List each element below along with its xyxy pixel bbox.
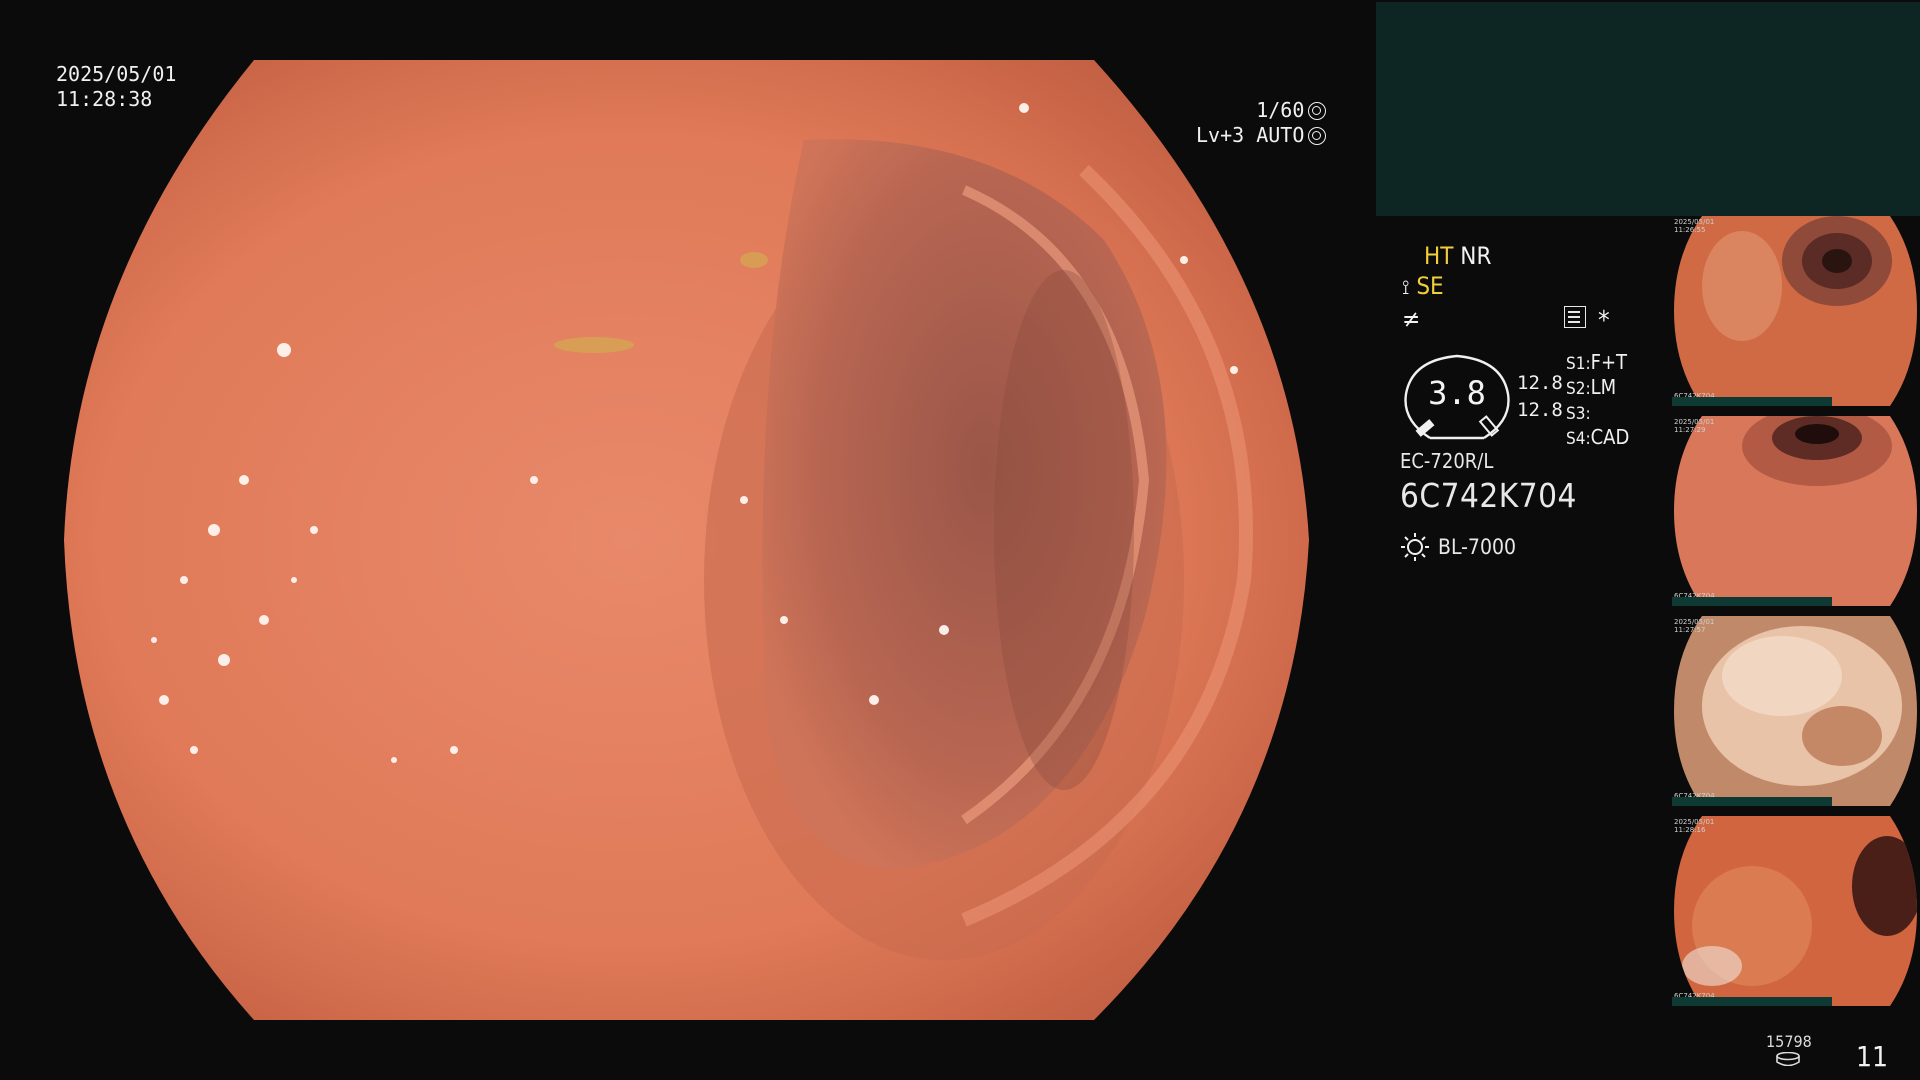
zoom-value: 3.8 bbox=[1428, 374, 1486, 412]
thumb-bar bbox=[1672, 997, 1832, 1006]
shutter-speed: 1/60 bbox=[1256, 98, 1305, 122]
asterisk-icon: * bbox=[1598, 306, 1610, 336]
s4-value: CAD bbox=[1590, 425, 1630, 449]
thumb-date: 2025/05/01 bbox=[1674, 618, 1715, 626]
value-top: 12.8 bbox=[1517, 372, 1563, 394]
thumb-time: 11:27:57 bbox=[1674, 626, 1706, 634]
nr-indicator: NR bbox=[1460, 242, 1492, 270]
thumbnail-1[interactable]: 2025/05/01 11:26:55 6C742K704 bbox=[1672, 216, 1920, 406]
s2-label: S2: bbox=[1566, 379, 1591, 399]
thumbnail-3[interactable]: 2025/05/01 11:27:57 6C742K704 bbox=[1672, 616, 1920, 806]
thumb-bar bbox=[1672, 597, 1832, 606]
thumb-date: 2025/05/01 bbox=[1674, 818, 1715, 826]
thumbnail-image bbox=[1674, 616, 1917, 806]
thumb-time: 11:28:16 bbox=[1674, 826, 1706, 834]
patient-info-panel bbox=[1376, 2, 1920, 216]
shutter-icon bbox=[1308, 101, 1327, 120]
s2-value: LM bbox=[1590, 375, 1617, 399]
exposure-info: 1/60 Lv+3 AUTO bbox=[1196, 98, 1327, 148]
thumbnail-image bbox=[1674, 416, 1917, 606]
thumb-bar bbox=[1672, 397, 1832, 406]
page-number: 11 bbox=[1856, 1040, 1889, 1073]
date-text: 2025/05/01 bbox=[56, 62, 177, 86]
record-menu-icon bbox=[1564, 306, 1586, 328]
thumbnail-4[interactable]: 2025/05/01 11:28:16 6C742K704 bbox=[1672, 816, 1920, 1006]
structure-enhance-icon: ⟟ bbox=[1402, 275, 1410, 299]
scope-serial: 6C742K704 bbox=[1400, 476, 1577, 515]
scope-model: EC-720R/L bbox=[1400, 449, 1494, 473]
thumbnail-image bbox=[1674, 816, 1917, 1006]
thumb-bar bbox=[1672, 797, 1832, 806]
se-row: ⟟ SE bbox=[1402, 272, 1444, 300]
thumb-time: 11:27:29 bbox=[1674, 426, 1706, 434]
s1-label: S1: bbox=[1566, 354, 1591, 374]
switch-assignments: S1:F+T S2:LM S3: S4:CAD bbox=[1566, 350, 1676, 450]
light-source: BL-7000 bbox=[1400, 532, 1516, 562]
brightness-level: Lv+3 AUTO bbox=[1196, 123, 1305, 147]
thumbnail-image bbox=[1674, 216, 1917, 406]
s1-value: F+T bbox=[1590, 350, 1628, 374]
thumb-date: 2025/05/01 bbox=[1674, 218, 1715, 226]
time-text: 11:28:38 bbox=[56, 87, 153, 111]
freeze-icon: ≠ bbox=[1402, 305, 1421, 333]
thumbnail-2[interactable]: 2025/05/01 11:27:29 6C742K704 bbox=[1672, 416, 1920, 606]
image-mode: HT NR bbox=[1424, 242, 1491, 270]
image-count: 15798 bbox=[1766, 1032, 1812, 1051]
disk-icon bbox=[1776, 1052, 1800, 1066]
auto-iris-icon bbox=[1308, 126, 1327, 145]
endoscope-image bbox=[64, 60, 1309, 1020]
thumb-time: 11:26:55 bbox=[1674, 226, 1706, 234]
lamp-icon bbox=[1401, 533, 1429, 561]
endoscope-main-view bbox=[64, 60, 1314, 1020]
s4-label: S4: bbox=[1566, 429, 1591, 449]
light-source-model: BL-7000 bbox=[1438, 535, 1517, 559]
thumb-date: 2025/05/01 bbox=[1674, 418, 1715, 426]
value-bottom: 12.8 bbox=[1517, 399, 1563, 421]
se-indicator: SE bbox=[1416, 272, 1444, 300]
ht-indicator: HT bbox=[1424, 242, 1454, 270]
s3-label: S3: bbox=[1566, 404, 1591, 424]
datetime-display: 2025/05/01 11:28:38 bbox=[56, 62, 176, 112]
